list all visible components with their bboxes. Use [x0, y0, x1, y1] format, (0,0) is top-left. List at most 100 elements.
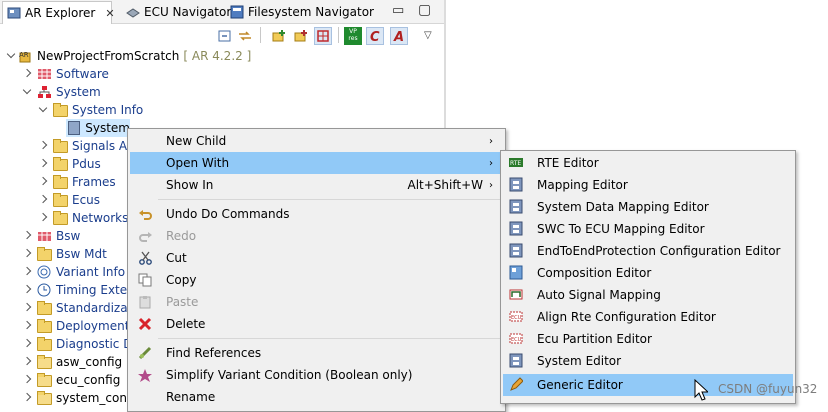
menu-item-new-child[interactable]: New Child ›	[130, 130, 503, 152]
menu-item-ecu-partition-editor[interactable]: ECU Ecu Partition Editor	[503, 328, 793, 350]
folder-icon	[37, 337, 52, 351]
tree-item-timing[interactable]: Timing Exten	[0, 281, 135, 299]
menu-item-delete[interactable]: Delete	[130, 313, 503, 335]
view-menu-icon[interactable]: ▽	[424, 30, 432, 41]
menu-item-system-editor[interactable]: System Editor	[503, 350, 793, 372]
svg-text:AR: AR	[19, 51, 29, 59]
tree-item-ecus[interactable]: Ecus	[0, 191, 100, 209]
folder-icon	[37, 301, 52, 315]
shortcut-label: Alt+Shift+W	[407, 178, 484, 192]
grid-icon[interactable]	[314, 27, 332, 45]
menu-item-rename[interactable]: Rename	[130, 386, 503, 408]
filter-icon[interactable]: A	[390, 27, 408, 45]
tree-item-system-info[interactable]: System Info	[0, 101, 143, 119]
chevron-right-icon[interactable]	[22, 285, 32, 295]
tree-item-label: Bsw	[56, 229, 81, 243]
svg-text:ECU: ECU	[511, 337, 522, 343]
variant-icon[interactable]: C	[366, 27, 384, 45]
tree-item-system-selected[interactable]: System	[66, 119, 130, 137]
chevron-right-icon[interactable]	[38, 141, 48, 151]
chevron-right-icon[interactable]	[38, 213, 48, 223]
close-icon[interactable]: ✕	[105, 7, 114, 20]
tree-item-software[interactable]: Software	[0, 65, 109, 83]
redo-icon	[138, 229, 153, 243]
chevron-down-icon[interactable]	[22, 87, 32, 97]
chevron-down-icon[interactable]	[38, 105, 48, 115]
menu-item-undo[interactable]: Undo Do Commands	[130, 203, 503, 225]
chevron-right-icon[interactable]	[22, 303, 32, 313]
maximize-icon[interactable]: ▢	[418, 2, 431, 18]
menu-item-system-data-mapping-editor[interactable]: System Data Mapping Editor	[503, 196, 793, 218]
menu-item-rte-editor[interactable]: RTE RTE Editor	[503, 152, 793, 174]
chevron-right-icon[interactable]	[22, 69, 32, 79]
simplify-icon	[138, 368, 153, 382]
menu-item-align-rte-configuration-editor[interactable]: ECU Align Rte Configuration Editor	[503, 306, 793, 328]
menu-item-label: Rename	[166, 390, 216, 404]
chevron-right-icon[interactable]	[22, 231, 32, 241]
tree-item-label: System	[85, 121, 130, 135]
ecu-navigator-icon	[126, 5, 140, 19]
menu-item-show-in[interactable]: Show In Alt+Shift+W ›	[130, 174, 503, 196]
menu-item-auto-signal-mapping[interactable]: Auto Signal Mapping	[503, 284, 793, 306]
chevron-right-icon[interactable]	[22, 267, 32, 277]
paste-icon	[138, 295, 153, 309]
menu-separator	[158, 199, 501, 200]
tree-item-system-config[interactable]: system_confi	[0, 389, 135, 407]
tab-label: ECU Navigator	[144, 4, 232, 19]
chevron-down-icon[interactable]	[6, 51, 16, 61]
tab-ecu-navigator[interactable]: ECU Navigator	[126, 1, 231, 22]
menu-item-cut[interactable]: Cut	[130, 247, 503, 269]
menu-item-paste[interactable]: Paste	[130, 291, 503, 313]
chevron-right-icon[interactable]	[22, 393, 32, 403]
chevron-right-icon[interactable]	[38, 195, 48, 205]
tab-filesystem-navigator[interactable]: Filesystem Navigator	[230, 1, 374, 22]
menu-item-mapping-editor[interactable]: Mapping Editor	[503, 174, 793, 196]
chevron-right-icon[interactable]	[38, 159, 48, 169]
new-element-icon[interactable]	[270, 27, 288, 45]
chevron-right-icon[interactable]	[22, 375, 32, 385]
menu-item-swc-to-ecu-mapping-editor[interactable]: SWC To ECU Mapping Editor	[503, 218, 793, 240]
tree-item-system[interactable]: System	[0, 83, 101, 101]
tree-item-frames[interactable]: Frames	[0, 173, 116, 191]
vp-res-label: VP res	[348, 28, 358, 42]
tree-item-pdus[interactable]: Pdus	[0, 155, 101, 173]
menu-item-open-with[interactable]: Open With ›	[130, 152, 503, 174]
minimize-icon[interactable]: ▭	[392, 3, 404, 18]
menu-item-label: Find References	[166, 346, 262, 360]
menu-item-simplify-variant[interactable]: Simplify Variant Condition (Boolean only…	[130, 364, 503, 386]
vp-res-icon[interactable]: VP res	[344, 27, 362, 45]
tree-item-label: ecu_config	[56, 373, 121, 387]
menu-item-redo[interactable]: Redo	[130, 225, 503, 247]
cut-icon	[138, 251, 153, 265]
chevron-right-icon: ›	[489, 179, 493, 191]
tree-item-variant-info[interactable]: Variant Info	[0, 263, 125, 281]
tree-item-ecu-config[interactable]: ecu_config	[0, 371, 120, 389]
tree-item-bsw-mdt[interactable]: Bsw Mdt	[0, 245, 107, 263]
chevron-right-icon[interactable]	[22, 339, 32, 349]
tree-item-signals[interactable]: Signals Ar	[0, 137, 132, 155]
folder-icon	[53, 103, 68, 117]
menu-item-composition-editor[interactable]: Composition Editor	[503, 262, 793, 284]
tree-item-label: Software	[56, 67, 109, 81]
chevron-right-icon[interactable]	[38, 177, 48, 187]
tree-item-networks[interactable]: Networks	[0, 209, 128, 227]
menu-item-label: EndToEndProtection Configuration Editor	[537, 244, 781, 258]
menu-item-e2e-protection-editor[interactable]: EndToEndProtection Configuration Editor	[503, 240, 793, 262]
menu-item-find-references[interactable]: Find References	[130, 342, 503, 364]
collapse-all-icon[interactable]	[216, 27, 234, 45]
chevron-right-icon[interactable]	[22, 357, 32, 367]
chevron-right-icon[interactable]	[22, 321, 32, 331]
tree-item-diagnostic[interactable]: Diagnostic De	[0, 335, 140, 353]
new-package-icon[interactable]	[292, 27, 310, 45]
tree-item-standardization[interactable]: Standardizati	[0, 299, 136, 317]
tree-item-asw-config[interactable]: asw_config	[0, 353, 122, 371]
tree-item-label: Variant Info	[56, 265, 126, 279]
tree-project-root[interactable]: AR NewProjectFromScratch [ AR 4.2.2 ]	[0, 47, 251, 65]
tree-item-deployment[interactable]: Deployment	[0, 317, 129, 335]
tree-item-bsw[interactable]: Bsw	[0, 227, 80, 245]
chevron-right-icon[interactable]	[22, 249, 32, 259]
tab-ar-explorer[interactable]: AR Explorer ✕	[2, 1, 115, 24]
link-with-editor-icon[interactable]	[236, 27, 254, 45]
menu-item-copy[interactable]: Copy	[130, 269, 503, 291]
menu-item-label: Show In	[166, 178, 214, 192]
